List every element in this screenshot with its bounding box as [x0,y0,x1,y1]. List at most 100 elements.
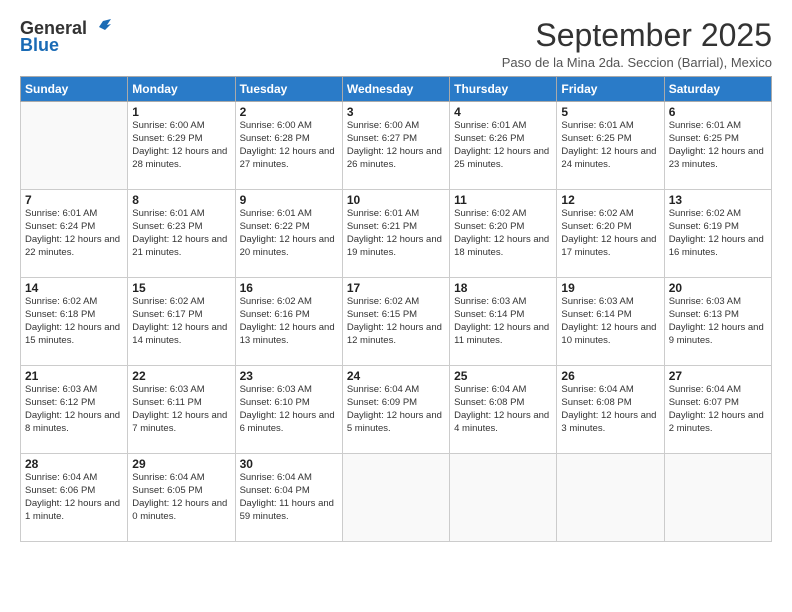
table-row: 11 Sunrise: 6:02 AMSunset: 6:20 PMDaylig… [450,190,557,278]
day-detail: Sunrise: 6:03 AMSunset: 6:11 PMDaylight:… [132,384,230,435]
day-detail: Sunrise: 6:03 AMSunset: 6:14 PMDaylight:… [454,296,552,347]
day-number: 28 [25,457,123,471]
day-number: 14 [25,281,123,295]
day-detail: Sunrise: 6:00 AMSunset: 6:28 PMDaylight:… [240,120,338,171]
day-number: 20 [669,281,767,295]
day-detail: Sunrise: 6:04 AMSunset: 6:08 PMDaylight:… [561,384,659,435]
table-row: 3 Sunrise: 6:00 AMSunset: 6:27 PMDayligh… [342,102,449,190]
calendar-week-row: 21 Sunrise: 6:03 AMSunset: 6:12 PMDaylig… [21,366,772,454]
day-number: 23 [240,369,338,383]
table-row: 27 Sunrise: 6:04 AMSunset: 6:07 PMDaylig… [664,366,771,454]
col-wednesday: Wednesday [342,77,449,102]
col-tuesday: Tuesday [235,77,342,102]
day-number: 26 [561,369,659,383]
day-detail: Sunrise: 6:02 AMSunset: 6:17 PMDaylight:… [132,296,230,347]
col-thursday: Thursday [450,77,557,102]
table-row: 23 Sunrise: 6:03 AMSunset: 6:10 PMDaylig… [235,366,342,454]
day-number: 25 [454,369,552,383]
table-row: 9 Sunrise: 6:01 AMSunset: 6:22 PMDayligh… [235,190,342,278]
col-monday: Monday [128,77,235,102]
day-detail: Sunrise: 6:01 AMSunset: 6:21 PMDaylight:… [347,208,445,259]
table-row: 8 Sunrise: 6:01 AMSunset: 6:23 PMDayligh… [128,190,235,278]
day-detail: Sunrise: 6:01 AMSunset: 6:23 PMDaylight:… [132,208,230,259]
day-detail: Sunrise: 6:04 AMSunset: 6:09 PMDaylight:… [347,384,445,435]
table-row: 4 Sunrise: 6:01 AMSunset: 6:26 PMDayligh… [450,102,557,190]
day-number: 6 [669,105,767,119]
day-detail: Sunrise: 6:03 AMSunset: 6:12 PMDaylight:… [25,384,123,435]
table-row: 26 Sunrise: 6:04 AMSunset: 6:08 PMDaylig… [557,366,664,454]
table-row: 16 Sunrise: 6:02 AMSunset: 6:16 PMDaylig… [235,278,342,366]
day-number: 30 [240,457,338,471]
col-friday: Friday [557,77,664,102]
day-detail: Sunrise: 6:02 AMSunset: 6:15 PMDaylight:… [347,296,445,347]
day-detail: Sunrise: 6:00 AMSunset: 6:29 PMDaylight:… [132,120,230,171]
title-block: September 2025 Paso de la Mina 2da. Secc… [502,18,772,70]
table-row [450,454,557,542]
day-detail: Sunrise: 6:02 AMSunset: 6:18 PMDaylight:… [25,296,123,347]
day-detail: Sunrise: 6:04 AMSunset: 6:04 PMDaylight:… [240,472,338,523]
day-detail: Sunrise: 6:04 AMSunset: 6:05 PMDaylight:… [132,472,230,523]
table-row: 21 Sunrise: 6:03 AMSunset: 6:12 PMDaylig… [21,366,128,454]
table-row: 7 Sunrise: 6:01 AMSunset: 6:24 PMDayligh… [21,190,128,278]
table-row: 19 Sunrise: 6:03 AMSunset: 6:14 PMDaylig… [557,278,664,366]
calendar-header-row: Sunday Monday Tuesday Wednesday Thursday… [21,77,772,102]
logo-bird-icon [89,17,111,39]
calendar-week-row: 1 Sunrise: 6:00 AMSunset: 6:29 PMDayligh… [21,102,772,190]
day-number: 7 [25,193,123,207]
day-detail: Sunrise: 6:04 AMSunset: 6:07 PMDaylight:… [669,384,767,435]
calendar: Sunday Monday Tuesday Wednesday Thursday… [20,76,772,542]
table-row [21,102,128,190]
day-number: 4 [454,105,552,119]
day-number: 3 [347,105,445,119]
day-number: 17 [347,281,445,295]
table-row: 15 Sunrise: 6:02 AMSunset: 6:17 PMDaylig… [128,278,235,366]
day-detail: Sunrise: 6:04 AMSunset: 6:06 PMDaylight:… [25,472,123,523]
table-row: 25 Sunrise: 6:04 AMSunset: 6:08 PMDaylig… [450,366,557,454]
table-row: 17 Sunrise: 6:02 AMSunset: 6:15 PMDaylig… [342,278,449,366]
day-detail: Sunrise: 6:03 AMSunset: 6:13 PMDaylight:… [669,296,767,347]
day-detail: Sunrise: 6:00 AMSunset: 6:27 PMDaylight:… [347,120,445,171]
col-saturday: Saturday [664,77,771,102]
table-row: 28 Sunrise: 6:04 AMSunset: 6:06 PMDaylig… [21,454,128,542]
day-detail: Sunrise: 6:03 AMSunset: 6:14 PMDaylight:… [561,296,659,347]
day-number: 8 [132,193,230,207]
day-detail: Sunrise: 6:02 AMSunset: 6:20 PMDaylight:… [561,208,659,259]
table-row: 20 Sunrise: 6:03 AMSunset: 6:13 PMDaylig… [664,278,771,366]
day-number: 5 [561,105,659,119]
table-row: 18 Sunrise: 6:03 AMSunset: 6:14 PMDaylig… [450,278,557,366]
header: General Blue September 2025 Paso de la M… [20,18,772,70]
day-number: 12 [561,193,659,207]
table-row: 2 Sunrise: 6:00 AMSunset: 6:28 PMDayligh… [235,102,342,190]
day-number: 10 [347,193,445,207]
table-row: 29 Sunrise: 6:04 AMSunset: 6:05 PMDaylig… [128,454,235,542]
col-sunday: Sunday [21,77,128,102]
table-row: 5 Sunrise: 6:01 AMSunset: 6:25 PMDayligh… [557,102,664,190]
calendar-week-row: 28 Sunrise: 6:04 AMSunset: 6:06 PMDaylig… [21,454,772,542]
table-row: 6 Sunrise: 6:01 AMSunset: 6:25 PMDayligh… [664,102,771,190]
logo-blue: Blue [20,35,59,56]
table-row: 14 Sunrise: 6:02 AMSunset: 6:18 PMDaylig… [21,278,128,366]
day-detail: Sunrise: 6:01 AMSunset: 6:24 PMDaylight:… [25,208,123,259]
page: General Blue September 2025 Paso de la M… [0,0,792,612]
day-detail: Sunrise: 6:01 AMSunset: 6:22 PMDaylight:… [240,208,338,259]
day-detail: Sunrise: 6:02 AMSunset: 6:16 PMDaylight:… [240,296,338,347]
day-number: 22 [132,369,230,383]
day-detail: Sunrise: 6:01 AMSunset: 6:25 PMDaylight:… [561,120,659,171]
subtitle: Paso de la Mina 2da. Seccion (Barrial), … [502,55,772,70]
table-row: 10 Sunrise: 6:01 AMSunset: 6:21 PMDaylig… [342,190,449,278]
day-number: 27 [669,369,767,383]
day-detail: Sunrise: 6:02 AMSunset: 6:19 PMDaylight:… [669,208,767,259]
day-number: 11 [454,193,552,207]
day-detail: Sunrise: 6:04 AMSunset: 6:08 PMDaylight:… [454,384,552,435]
table-row: 22 Sunrise: 6:03 AMSunset: 6:11 PMDaylig… [128,366,235,454]
day-number: 1 [132,105,230,119]
table-row: 13 Sunrise: 6:02 AMSunset: 6:19 PMDaylig… [664,190,771,278]
day-detail: Sunrise: 6:03 AMSunset: 6:10 PMDaylight:… [240,384,338,435]
table-row: 1 Sunrise: 6:00 AMSunset: 6:29 PMDayligh… [128,102,235,190]
calendar-week-row: 7 Sunrise: 6:01 AMSunset: 6:24 PMDayligh… [21,190,772,278]
table-row [664,454,771,542]
table-row [557,454,664,542]
day-number: 18 [454,281,552,295]
day-number: 24 [347,369,445,383]
day-number: 21 [25,369,123,383]
